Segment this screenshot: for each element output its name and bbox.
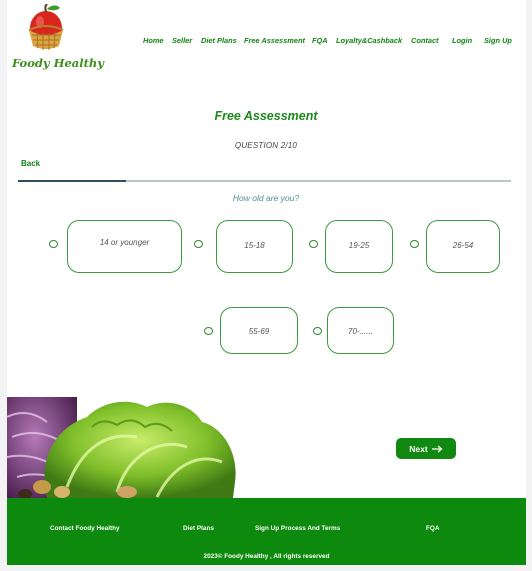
nav-sign-up[interactable]: Sign Up [484,36,512,45]
next-button-label: Next [409,443,428,454]
nav-fqa[interactable]: FQA [312,36,328,45]
brand-name: Foody Healthy [12,56,104,70]
option-label: 14 or younger [99,238,150,247]
footer: Contact Foody Healthy Diet Plans Sign Up… [7,498,526,565]
question-text: How old are you? [232,193,300,203]
progress-bar [18,180,511,182]
option-label: 70-...... [348,327,373,336]
option-radio-26-54[interactable] [410,240,419,248]
nav-diet-plans[interactable]: Diet Plans [201,36,237,45]
option-label: 15-18 [244,241,265,250]
option-box-14-or-younger[interactable]: 14 or younger [67,220,182,273]
option-box-55-69[interactable]: 55-69 [220,307,298,354]
nav-loyalty-cashback[interactable]: Loyalty&Cashback [336,36,402,45]
option-radio-70-plus[interactable] [313,327,322,335]
footer-link-fqa[interactable]: FQA [426,525,440,532]
arrow-right-icon [431,445,443,452]
back-button[interactable]: Back [21,159,40,168]
copyright-text: 2023© Foody Healthy , All rights reserve… [203,553,330,560]
option-label: 19-25 [348,241,370,250]
option-box-15-18[interactable]: 15-18 [216,220,293,273]
option-radio-55-69[interactable] [204,327,213,335]
next-button[interactable]: Next [396,438,456,459]
page-title: Free Assessment [214,109,318,123]
footer-link-contact[interactable]: Contact Foody Healthy [50,525,120,532]
question-counter: QUESTION 2/10 [234,141,298,150]
option-box-19-25[interactable]: 19-25 [325,220,393,273]
footer-link-diet-plans[interactable]: Diet Plans [183,525,214,532]
salad-image [6,397,243,499]
nav-contact[interactable]: Contact [411,36,439,45]
option-radio-14-or-younger[interactable] [49,240,58,248]
nav-seller[interactable]: Seller [172,36,192,45]
option-label: 55-69 [248,327,270,336]
option-label: 26-54 [452,241,474,250]
nav-home[interactable]: Home [143,36,164,45]
main-nav: Home Seller Diet Plans Free Assessment F… [7,36,526,48]
option-box-26-54[interactable]: 26-54 [426,220,500,273]
progress-bar-fill [18,180,127,182]
option-box-70-plus[interactable]: 70-...... [327,307,394,354]
nav-login[interactable]: Login [452,36,472,45]
option-radio-15-18[interactable] [194,240,203,248]
footer-link-sign-up-terms[interactable]: Sign Up Process And Terms [255,525,340,532]
nav-free-assessment[interactable]: Free Assessment [244,36,305,45]
option-radio-19-25[interactable] [309,240,318,248]
